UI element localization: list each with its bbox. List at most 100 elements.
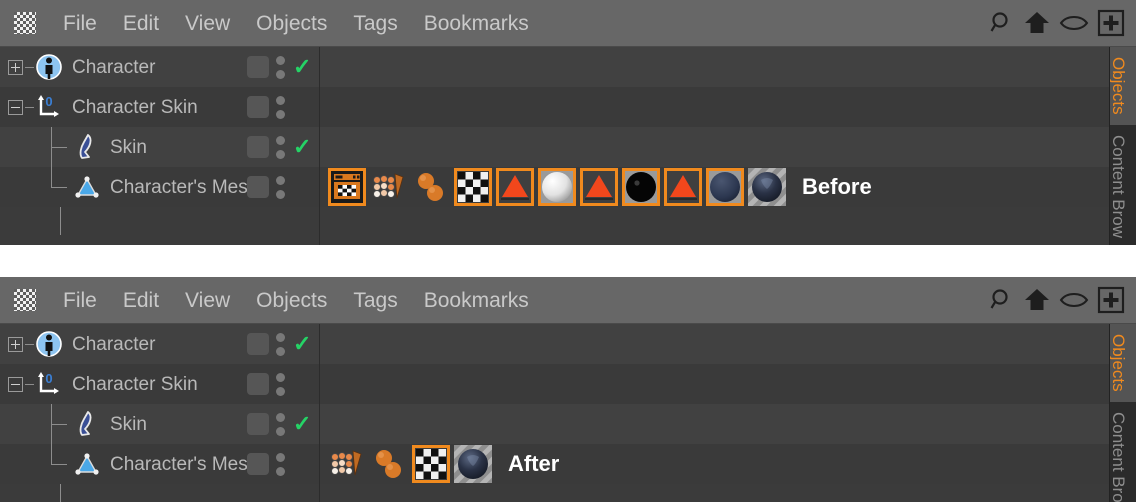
table-row[interactable]: Character ✓ [0, 47, 319, 87]
menu-item-file[interactable]: File [50, 290, 110, 311]
menu-item-bookmarks[interactable]: Bookmarks [411, 290, 542, 311]
search-icon[interactable] [990, 288, 1014, 312]
table-row[interactable]: Skin ✓ [0, 127, 319, 167]
visibility-dots[interactable] [276, 55, 285, 79]
material-reflective-icon[interactable] [454, 445, 492, 483]
home-icon[interactable] [1024, 288, 1050, 312]
sculpt-tag-icon[interactable] [370, 168, 408, 206]
table-row[interactable]: Character's Mesh ✓ [0, 444, 319, 484]
visibility-dot-render[interactable] [276, 189, 285, 199]
visibility-dot-editor[interactable] [276, 332, 285, 342]
phong-tag-icon[interactable] [412, 168, 450, 206]
selection-tag-icon[interactable] [496, 168, 534, 206]
tab-objects[interactable]: Objects [1110, 47, 1136, 125]
menu-item-objects[interactable]: Objects [243, 13, 340, 34]
material-black-icon[interactable] [622, 168, 660, 206]
visibility-dot-editor[interactable] [276, 372, 285, 382]
phong-tag-icon[interactable] [370, 445, 408, 483]
selection-tag-icon[interactable] [664, 168, 702, 206]
tag-row[interactable] [320, 47, 1109, 87]
visibility-dot-editor[interactable] [276, 135, 285, 145]
texture-tag-icon[interactable] [454, 168, 492, 206]
visibility-dot-editor[interactable] [276, 412, 285, 422]
drag-grip-icon[interactable] [14, 289, 36, 311]
expander-toggle[interactable] [8, 59, 23, 75]
visibility-dot-render[interactable] [276, 466, 285, 476]
layer-color-swatch[interactable] [247, 333, 269, 355]
polygon-mesh-icon[interactable] [72, 449, 102, 479]
material-reflective-icon[interactable] [748, 168, 786, 206]
polygon-mesh-icon[interactable] [72, 172, 102, 202]
layer-color-swatch[interactable] [247, 96, 269, 118]
layer-color-swatch[interactable] [247, 413, 269, 435]
tag-row[interactable] [320, 87, 1109, 127]
visibility-dots[interactable] [276, 452, 285, 476]
eye-icon[interactable] [1059, 14, 1089, 32]
menu-item-file[interactable]: File [50, 13, 110, 34]
visibility-dots[interactable] [276, 412, 285, 436]
visibility-dot-editor[interactable] [276, 95, 285, 105]
visibility-dot-render[interactable] [276, 386, 285, 396]
tag-row[interactable] [320, 324, 1109, 364]
menu-item-objects[interactable]: Objects [243, 290, 340, 311]
material-navy-icon[interactable] [706, 168, 744, 206]
visibility-dot-render[interactable] [276, 69, 285, 79]
visibility-dot-render[interactable] [276, 426, 285, 436]
tag-row[interactable] [320, 127, 1109, 167]
menu-item-view[interactable]: View [172, 13, 243, 34]
add-box-icon[interactable] [1097, 9, 1125, 37]
table-row[interactable]: Character ✓ [0, 324, 319, 364]
tab-content-browser[interactable]: Content Brow [1110, 401, 1136, 502]
sculpt-tag-icon[interactable] [328, 445, 366, 483]
expander-toggle[interactable] [8, 376, 23, 392]
home-icon[interactable] [1024, 11, 1050, 35]
menu-item-tags[interactable]: Tags [340, 13, 410, 34]
bake-tag-icon[interactable] [328, 168, 366, 206]
menu-item-bookmarks[interactable]: Bookmarks [411, 13, 542, 34]
table-row[interactable]: 0 Character Skin ✓ [0, 364, 319, 404]
visibility-dots[interactable] [276, 332, 285, 356]
tag-row[interactable]: After [320, 444, 1109, 484]
skin-deformer-icon[interactable] [72, 409, 102, 439]
menu-item-tags[interactable]: Tags [340, 290, 410, 311]
visibility-dots[interactable] [276, 372, 285, 396]
visibility-dot-editor[interactable] [276, 55, 285, 65]
tab-content-browser[interactable]: Content Brow [1110, 124, 1136, 245]
visibility-dot-render[interactable] [276, 346, 285, 356]
selection-tag-icon[interactable] [580, 168, 618, 206]
visibility-dots[interactable] [276, 175, 285, 199]
layer-color-swatch[interactable] [247, 136, 269, 158]
visibility-dots[interactable] [276, 95, 285, 119]
expander-toggle[interactable] [8, 336, 23, 352]
null-axis-object-icon[interactable]: 0 [34, 92, 64, 122]
layer-color-swatch[interactable] [247, 453, 269, 475]
skin-deformer-icon[interactable] [72, 132, 102, 162]
tag-row[interactable] [320, 364, 1109, 404]
layer-color-swatch[interactable] [247, 373, 269, 395]
visibility-dot-editor[interactable] [276, 175, 285, 185]
visibility-dot-editor[interactable] [276, 452, 285, 462]
character-object-icon[interactable] [34, 52, 64, 82]
layer-color-swatch[interactable] [247, 56, 269, 78]
menu-item-edit[interactable]: Edit [110, 290, 172, 311]
expander-toggle[interactable] [8, 99, 23, 115]
add-box-icon[interactable] [1097, 286, 1125, 314]
drag-grip-icon[interactable] [14, 12, 36, 34]
menu-item-view[interactable]: View [172, 290, 243, 311]
table-row[interactable]: Character's Mesh ✓ [0, 167, 319, 207]
tab-objects[interactable]: Objects [1110, 324, 1136, 402]
search-icon[interactable] [990, 11, 1014, 35]
null-axis-object-icon[interactable]: 0 [34, 369, 64, 399]
table-row[interactable]: Skin ✓ [0, 404, 319, 444]
visibility-dot-render[interactable] [276, 109, 285, 119]
texture-tag-icon[interactable] [412, 445, 450, 483]
layer-color-swatch[interactable] [247, 176, 269, 198]
eye-icon[interactable] [1059, 291, 1089, 309]
visibility-dot-render[interactable] [276, 149, 285, 159]
tag-row[interactable] [320, 404, 1109, 444]
visibility-dots[interactable] [276, 135, 285, 159]
table-row[interactable]: 0 Character Skin ✓ [0, 87, 319, 127]
menu-item-edit[interactable]: Edit [110, 13, 172, 34]
character-object-icon[interactable] [34, 329, 64, 359]
tag-row[interactable]: Before [320, 167, 1109, 207]
